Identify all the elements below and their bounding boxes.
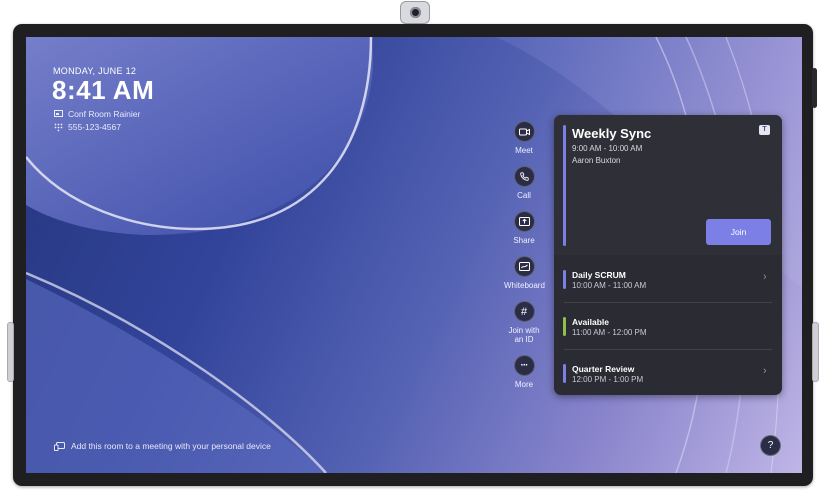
add-room-hint[interactable]: Add this room to a meeting with your per… xyxy=(54,441,271,451)
agenda-item-time: 12:00 PM - 1:00 PM xyxy=(572,375,644,384)
right-side-button xyxy=(812,322,819,382)
meetings-panel: Weekly Sync 9:00 AM - 10:00 AM Aaron Bux… xyxy=(554,115,782,395)
screen: MONDAY, JUNE 12 8:41 AM Conf Room Rainie… xyxy=(26,37,802,473)
clock-time: 8:41 AM xyxy=(52,75,155,105)
agenda-item-accent xyxy=(563,317,566,336)
share-screen-icon xyxy=(513,211,535,232)
help-button[interactable]: ? xyxy=(760,435,781,456)
join-with-id-label: Join with an ID xyxy=(508,326,540,344)
current-meeting-accent xyxy=(563,125,566,246)
room-display-icon xyxy=(54,110,63,117)
current-meeting-organizer: Aaron Buxton xyxy=(572,156,621,165)
join-button[interactable]: Join xyxy=(706,219,771,245)
share-button[interactable]: Share xyxy=(504,211,544,245)
more-icon: ··· xyxy=(513,355,535,376)
agenda-item-accent xyxy=(563,270,566,289)
more-button[interactable]: ··· More xyxy=(504,355,544,389)
phone-icon xyxy=(513,166,535,187)
whiteboard-icon xyxy=(513,256,535,277)
agenda-item-accent xyxy=(563,364,566,383)
divider xyxy=(564,349,772,350)
join-with-id-button[interactable]: # Join with an ID xyxy=(504,301,544,344)
meet-button[interactable]: Meet xyxy=(504,121,544,155)
divider xyxy=(564,302,772,303)
more-label: More xyxy=(514,380,534,389)
hash-icon: # xyxy=(513,301,535,322)
agenda-item-title: Available xyxy=(572,317,610,327)
current-meeting-title: Weekly Sync xyxy=(572,126,652,141)
current-meeting-time: 9:00 AM - 10:00 AM xyxy=(572,144,643,153)
agenda-item-time: 10:00 AM - 11:00 AM xyxy=(572,281,647,290)
agenda-item-title: Quarter Review xyxy=(572,364,635,374)
whiteboard-label: Whiteboard xyxy=(504,281,545,290)
left-side-button xyxy=(7,322,14,382)
video-camera-icon xyxy=(513,121,535,142)
room-name: Conf Room Rainier xyxy=(68,109,141,119)
right-top-button xyxy=(812,68,817,108)
help-icon: ? xyxy=(767,440,774,451)
whiteboard-button[interactable]: Whiteboard xyxy=(504,256,545,290)
chevron-right-icon: › xyxy=(763,365,767,377)
cast-device-icon xyxy=(54,441,65,451)
room-phone: 555-123-4567 xyxy=(68,122,121,132)
room-phone-row: 555-123-4567 xyxy=(54,122,121,132)
room-name-row: Conf Room Rainier xyxy=(54,109,140,119)
agenda-item-time: 11:00 AM - 12:00 PM xyxy=(572,328,647,337)
camera xyxy=(400,1,430,24)
add-room-hint-text: Add this room to a meeting with your per… xyxy=(71,441,271,451)
agenda-item-title: Daily SCRUM xyxy=(572,270,626,280)
teams-logo-icon: T xyxy=(759,125,770,135)
call-button[interactable]: Call xyxy=(504,166,544,200)
current-meeting-card[interactable]: Weekly Sync 9:00 AM - 10:00 AM Aaron Bux… xyxy=(554,115,782,255)
call-label: Call xyxy=(517,191,531,200)
dialpad-icon xyxy=(54,123,63,131)
share-label: Share xyxy=(513,236,535,245)
chevron-right-icon: › xyxy=(763,271,767,283)
meet-label: Meet xyxy=(515,146,533,155)
